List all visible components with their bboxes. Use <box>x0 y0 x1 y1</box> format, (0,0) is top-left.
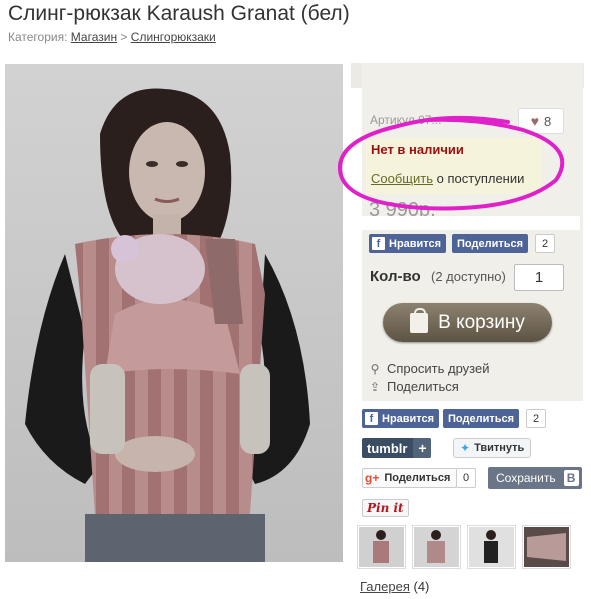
breadcrumb-link-shop[interactable]: Магазин <box>71 30 117 44</box>
page-title: Слинг-рюкзак Karaush Granat (бел) <box>8 2 350 25</box>
save-label: Сохранить <box>496 471 556 485</box>
breadcrumb-separator: > <box>120 30 128 44</box>
thumbnail-4[interactable] <box>522 525 571 569</box>
product-main-photo[interactable] <box>5 64 343 562</box>
stock-status: Нет в наличии <box>371 142 464 157</box>
gallery-count: (4) <box>413 579 430 594</box>
notify-link[interactable]: Сообщить <box>371 171 433 186</box>
tweet-button[interactable]: ✦ Твитнуть <box>453 438 532 458</box>
gplus-share-button[interactable]: g+ Поделиться <box>362 468 458 488</box>
gplus-label: Поделиться <box>384 472 451 484</box>
article-number: Артикул 07... <box>370 113 442 127</box>
pinterest-button[interactable]: Pin it <box>362 499 409 517</box>
thumbnail-1[interactable] <box>357 525 406 569</box>
vk-badge-icon: B <box>563 470 579 486</box>
breadcrumb-link-category[interactable]: Слингорюкзаки <box>131 30 216 44</box>
facebook-icon: f <box>365 412 378 425</box>
quantity-input[interactable]: 1 <box>514 264 564 291</box>
quantity-label: Кол-во <box>370 268 421 285</box>
shopping-bag-icon <box>410 307 429 333</box>
plus-icon: + <box>413 438 432 458</box>
fb-share-button[interactable]: Поделиться <box>443 409 520 428</box>
map-pin-icon: ⚲ <box>370 361 380 376</box>
facebook-icon: f <box>372 237 385 250</box>
add-to-cart-label: В корзину <box>438 311 525 333</box>
fb-share-label-2: Поделиться <box>448 412 515 425</box>
notify-row: Сообщить о поступлении <box>371 171 524 186</box>
wishlist-button[interactable]: ♥ 8 <box>518 108 564 134</box>
thumbnail-2[interactable] <box>412 525 461 569</box>
quantity-available: (2 доступно) <box>431 269 506 284</box>
share-label: Поделиться <box>387 379 459 394</box>
thumbnail-strip <box>357 525 571 569</box>
fb-like-button-top[interactable]: f Нравится <box>369 234 447 253</box>
fb-share-count: 2 <box>526 409 546 428</box>
fb-like-button[interactable]: f Нравится <box>362 409 440 428</box>
ask-friends-link[interactable]: ⚲ Спросить друзей <box>369 361 490 376</box>
twitter-bird-icon: ✦ <box>460 441 471 455</box>
wishlist-count: 8 <box>544 113 552 129</box>
price-divider <box>362 216 580 230</box>
ask-friends-label: Спросить друзей <box>387 361 490 376</box>
thumbnail-3[interactable] <box>467 525 516 569</box>
tweet-label: Твитнуть <box>474 442 525 454</box>
google-plus-icon: g+ <box>365 471 380 485</box>
tumblr-button[interactable]: tumblr + <box>362 438 432 458</box>
heart-icon: ♥ <box>530 113 540 129</box>
fb-like-label-2: Нравится <box>382 412 435 425</box>
vk-save-button[interactable]: Сохранить B <box>488 467 582 489</box>
fb-share-button-top[interactable]: Поделиться <box>452 234 529 253</box>
gplus-count: 0 <box>456 468 476 488</box>
tumblr-label: tumblr <box>367 440 408 456</box>
add-to-cart-button[interactable]: В корзину <box>383 303 552 342</box>
breadcrumb: Категория: Магазин > Слингорюкзаки <box>8 30 216 44</box>
notify-text: о поступлении <box>436 171 525 186</box>
share-link[interactable]: ⇪ Поделиться <box>369 379 459 394</box>
fb-like-label: Нравится <box>389 237 442 250</box>
gallery-link[interactable]: Галерея <box>360 579 410 594</box>
fb-share-label: Поделиться <box>457 237 524 250</box>
fb-share-count-top: 2 <box>535 234 555 253</box>
share-icon: ⇪ <box>369 379 381 394</box>
breadcrumb-label: Категория: <box>8 30 68 44</box>
gallery-row: Галерея (4) <box>360 579 429 594</box>
